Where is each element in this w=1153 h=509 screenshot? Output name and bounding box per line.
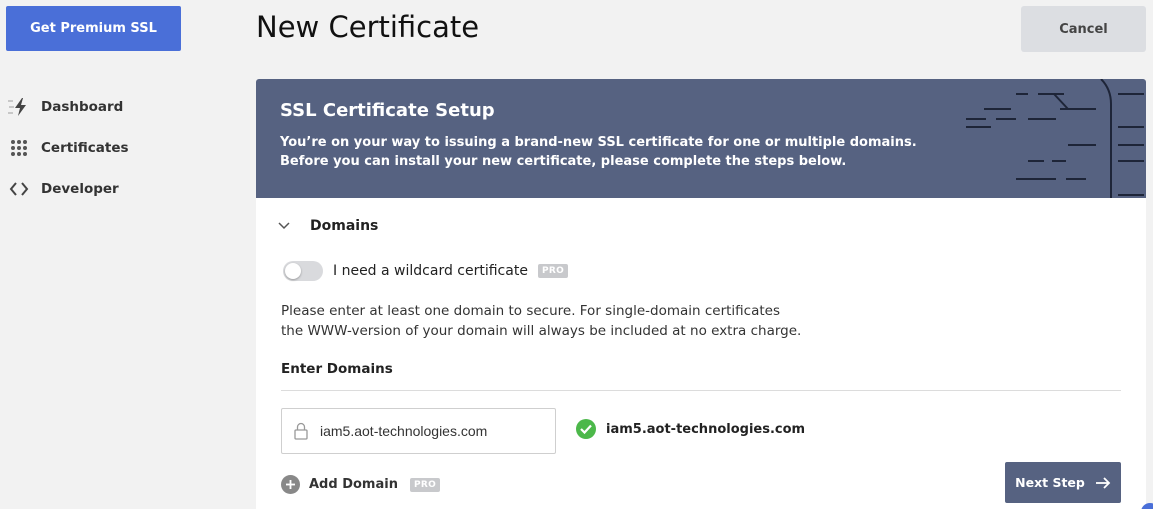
grid-dots-icon (8, 137, 30, 159)
chevron-down-icon (278, 222, 292, 230)
info-line2: the WWW-version of your domain will alwa… (281, 323, 802, 339)
domain-info-text: Please enter at least one domain to secu… (281, 301, 801, 341)
validated-domain-text: iam5.aot-technologies.com (606, 421, 806, 437)
wildcard-row: I need a wildcard certificate PRO (283, 261, 569, 281)
domains-section-label: Domains (310, 218, 379, 234)
sidebar-item-dashboard[interactable]: Dashboard (8, 86, 129, 127)
sidebar-item-label: Dashboard (41, 98, 124, 115)
code-brackets-icon (8, 178, 30, 200)
validated-domain: iam5.aot-technologies.com (576, 419, 805, 439)
sidebar-item-label: Certificates (41, 139, 129, 156)
add-domain-label: Add Domain (309, 477, 398, 492)
page-title: New Certificate (256, 10, 480, 44)
cancel-button[interactable]: Cancel (1021, 6, 1146, 52)
add-domain-button[interactable]: Add Domain PRO (281, 475, 441, 494)
arrow-right-icon (1095, 476, 1111, 489)
toggle-knob (285, 263, 301, 279)
sidebar-item-label: Developer (41, 180, 119, 197)
pro-badge: PRO (409, 477, 441, 492)
wildcard-toggle[interactable] (283, 261, 323, 281)
certificate-setup-card: SSL Certificate Setup You’re on your way… (256, 79, 1146, 509)
setup-banner: SSL Certificate Setup You’re on your way… (256, 79, 1146, 198)
domains-section-toggle[interactable]: Domains (278, 218, 378, 234)
domain-input-field[interactable] (281, 408, 556, 454)
lock-icon (294, 422, 308, 440)
plus-circle-icon (281, 475, 300, 494)
sidebar-item-developer[interactable]: Developer (8, 168, 129, 209)
pro-badge: PRO (537, 264, 569, 278)
lightning-icon (8, 96, 30, 118)
get-premium-ssl-button[interactable]: Get Premium SSL (6, 6, 181, 51)
sidebar-item-certificates[interactable]: Certificates (8, 127, 129, 168)
code-illustration-icon (966, 79, 1144, 198)
info-line1: Please enter at least one domain to secu… (281, 303, 780, 319)
next-step-button[interactable]: Next Step (1005, 462, 1121, 503)
wildcard-label: I need a wildcard certificate (333, 263, 528, 279)
divider (281, 390, 1121, 391)
sidebar-nav: Dashboard Certificates Developer (8, 86, 129, 209)
enter-domains-label: Enter Domains (281, 361, 393, 377)
next-step-label: Next Step (1015, 475, 1085, 490)
domain-input[interactable] (320, 423, 540, 439)
check-circle-icon (576, 419, 596, 439)
